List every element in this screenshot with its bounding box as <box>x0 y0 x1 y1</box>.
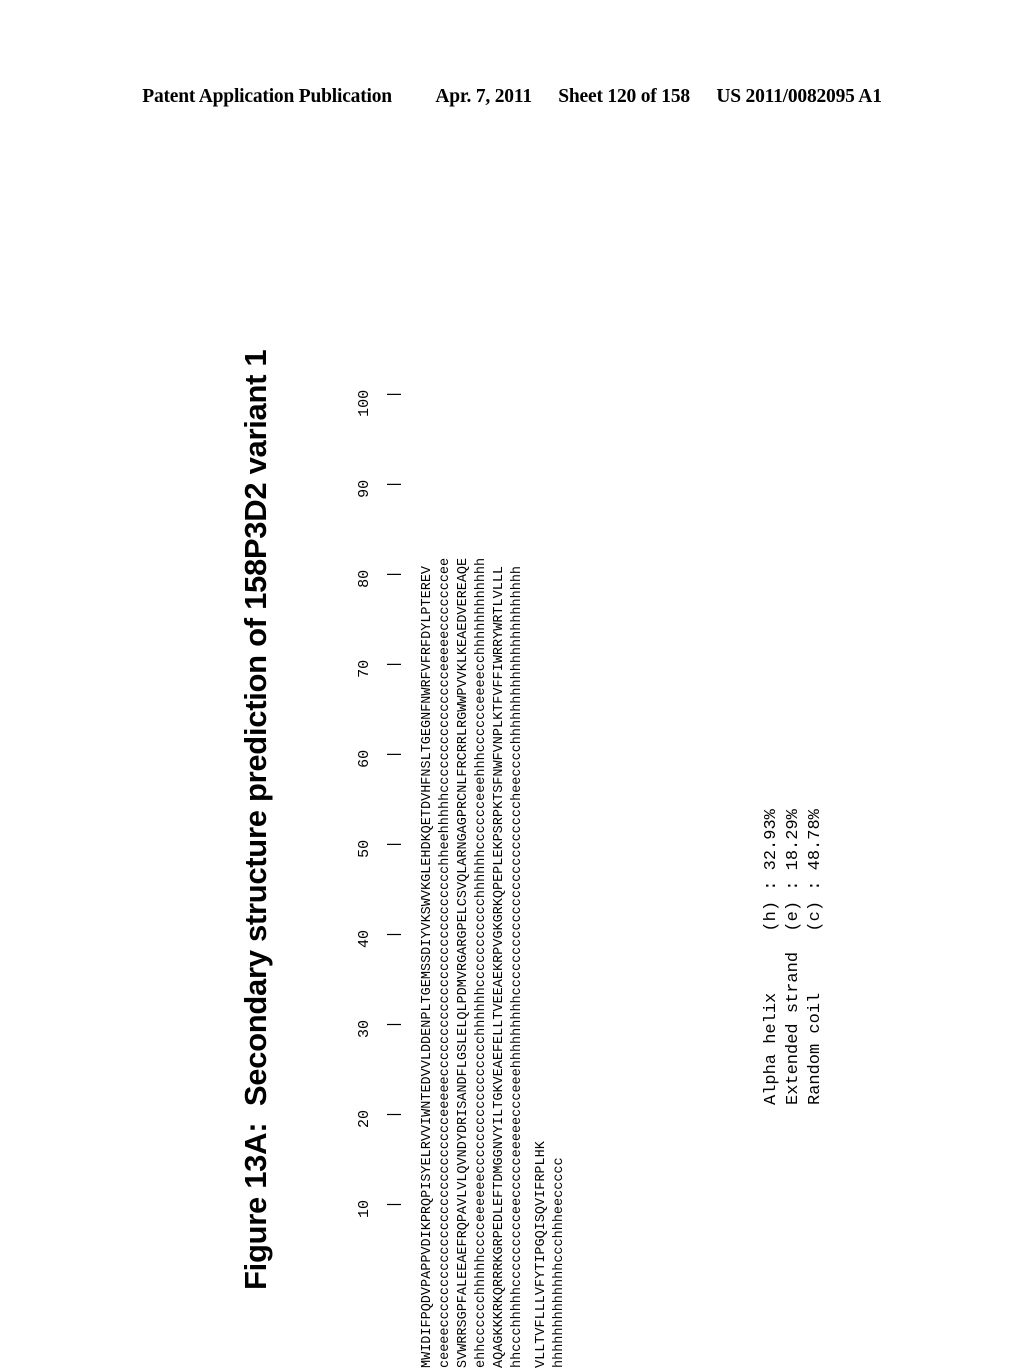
header-date: Apr. 7, 2011 <box>435 86 532 107</box>
structure-line: hhccchhhhhccccccccceeccccceeeeeccceeehhh… <box>510 565 525 1368</box>
sequence-line: VLLTVFLLLVFYTIPGQISQVIFRPLHK <box>534 1141 549 1368</box>
header-publication-label: Patent Application Publication <box>142 86 392 107</box>
figure-area: Figure 13A: Secondary structure predicti… <box>0 130 1024 1368</box>
structure-line: ehhcccccchhhhhcccceeeeeecccccccccccccccc… <box>474 557 489 1368</box>
sequence-line: SVWRRSGPFALEEAEFRQPAVLVLQVNDYDRISANDFLGS… <box>456 557 471 1368</box>
sequence-line: AQAGKKKRKQRRRKGRPEDLEFTDMGGNVYILTGKVEAEF… <box>492 565 507 1368</box>
sequence-ruler-numbers: 10 20 30 40 50 60 70 80 90 100 <box>356 389 373 1290</box>
stat-alpha-helix: Alpha helix (h) : 32.93% <box>762 809 781 1105</box>
sequence-line: MWIDIFPQDVPAPPVDIKPRQPISYELRVVIWNTEDVVLD… <box>420 565 435 1368</box>
structure-line: hhhhhhhhhhhhhccchhheeccccc <box>552 1157 567 1368</box>
structure-line: ceeeecccccccccccccccccccccccccceeeeecccc… <box>438 557 453 1368</box>
stat-random-coil: Random coil (c) : 48.78% <box>806 809 825 1105</box>
sequence-ruler-ticks: | | | | | | | | | | <box>386 389 403 1290</box>
stat-extended-strand: Extended strand (e) : 18.29% <box>784 809 803 1105</box>
figure-title: Figure 13A: Secondary structure predicti… <box>238 349 273 1290</box>
header-patent-number: US 2011/0082095 A1 <box>716 86 882 107</box>
page-header: Patent Application Publication Apr. 7, 2… <box>0 86 1024 108</box>
header-sheet-number: Sheet 120 of 158 <box>558 86 690 107</box>
